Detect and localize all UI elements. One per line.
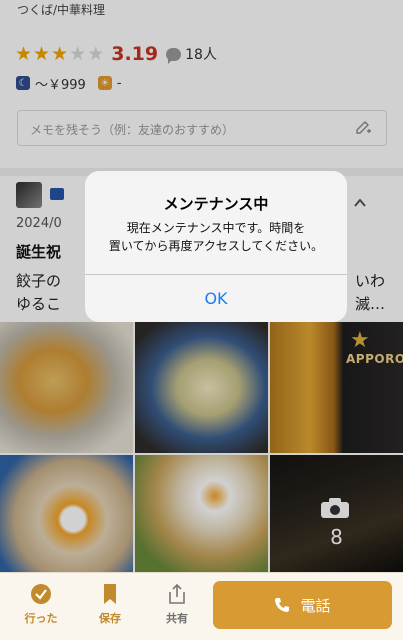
phone-icon [275, 598, 290, 612]
alert-message-line2: 置いてから再度アクセスしてください。 [108, 239, 324, 253]
share-button[interactable]: 共有 [147, 583, 207, 626]
save-label: 保存 [99, 612, 121, 625]
maintenance-alert: メンテナンス中 現在メンテナンス中です。時間を 置いてから再度アクセスしてくださ… [85, 171, 347, 322]
share-icon [169, 583, 185, 604]
went-button[interactable]: 行った [11, 583, 71, 626]
call-label: 電話 [300, 596, 331, 615]
share-label: 共有 [166, 612, 188, 625]
bookmark-icon [104, 584, 116, 604]
save-button[interactable]: 保存 [80, 583, 140, 626]
bottom-tab-bar: 行った 保存 共有 電話 [0, 572, 403, 640]
check-badge-icon [31, 584, 51, 604]
alert-ok-button[interactable]: OK [85, 275, 347, 322]
call-button[interactable]: 電話 [213, 581, 392, 629]
went-label: 行った [24, 612, 58, 625]
alert-title: メンテナンス中 [163, 195, 269, 213]
alert-message-line1: 現在メンテナンス中です。時間を [126, 221, 306, 235]
